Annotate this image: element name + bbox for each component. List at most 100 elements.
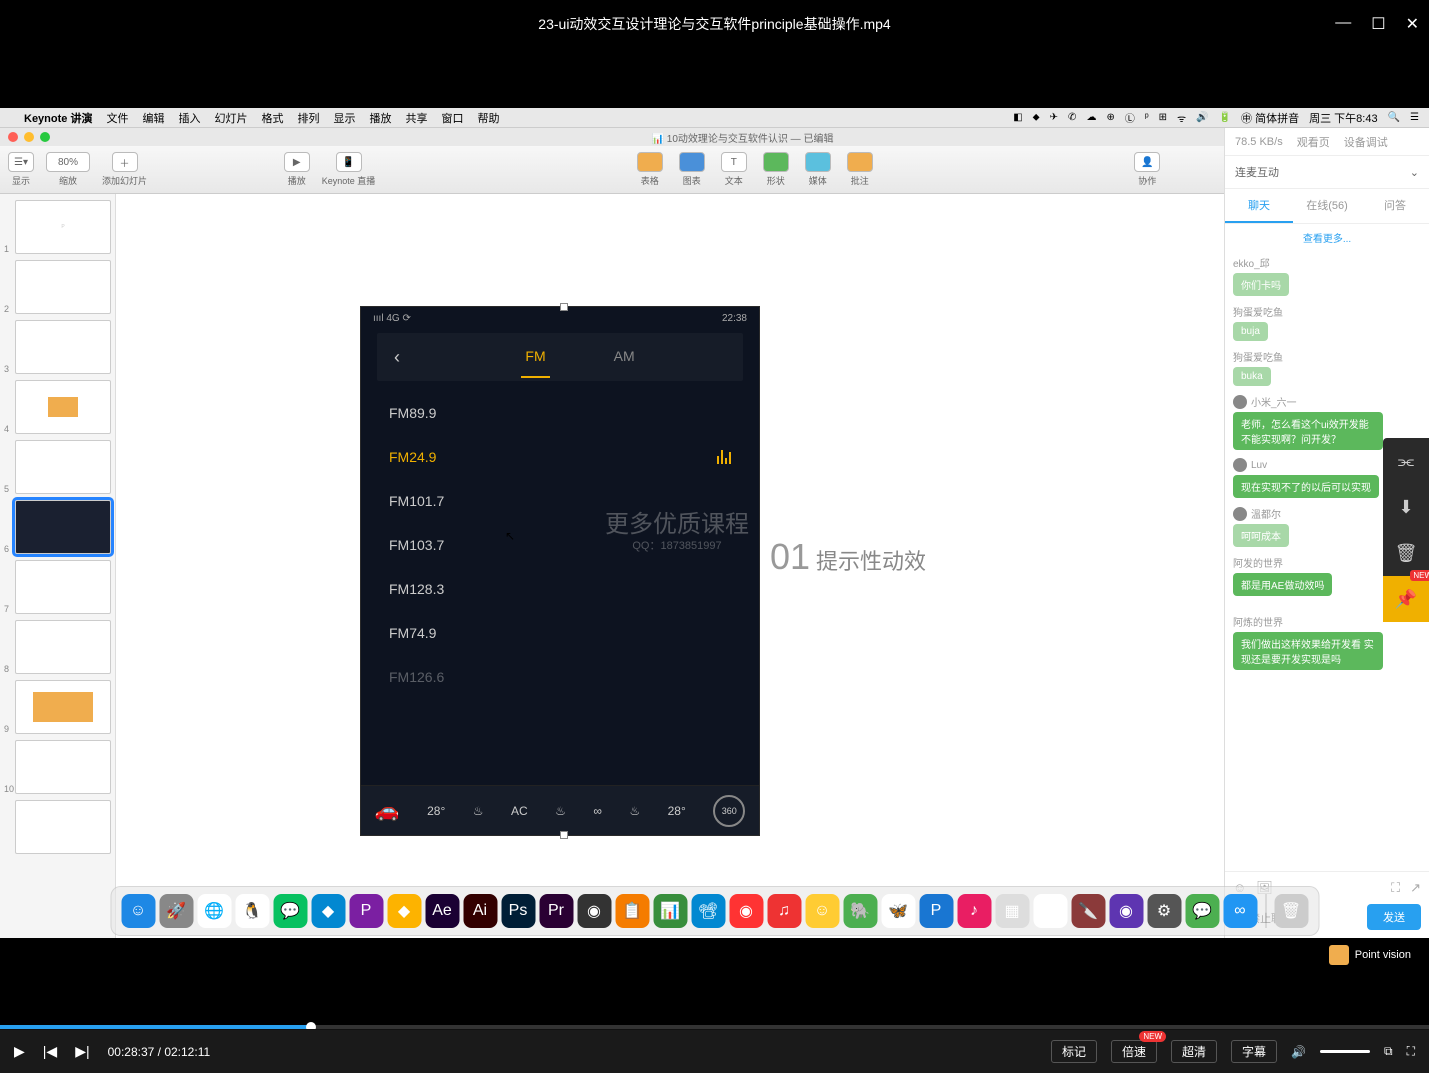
app-icon[interactable]: 📋 bbox=[615, 894, 649, 928]
volume-icon[interactable]: 🔊 bbox=[1196, 112, 1208, 123]
status-icon[interactable]: Ⓛ bbox=[1125, 110, 1135, 125]
menu-file[interactable]: 文件 bbox=[106, 110, 128, 126]
load-more-link[interactable]: 查看更多... bbox=[1225, 224, 1429, 251]
app-icon[interactable]: 💬 bbox=[1185, 894, 1219, 928]
launchpad-icon[interactable]: 🚀 bbox=[159, 894, 193, 928]
menu-window[interactable]: 窗口 bbox=[441, 110, 463, 126]
menu-arrange[interactable]: 排列 bbox=[297, 110, 319, 126]
menu-slide[interactable]: 幻灯片 bbox=[214, 110, 247, 126]
search-icon[interactable]: 🔍 bbox=[1388, 112, 1400, 123]
slide-thumb[interactable] bbox=[15, 260, 111, 314]
tb-view[interactable]: ☰▾显示 bbox=[8, 152, 34, 187]
link-viewpage[interactable]: 观看页 bbox=[1297, 134, 1330, 150]
360-button[interactable]: 360 bbox=[713, 795, 745, 827]
slide-thumb[interactable] bbox=[15, 440, 111, 494]
chrome-icon[interactable]: 🌐 bbox=[197, 894, 231, 928]
list-item[interactable]: FM128.3 bbox=[361, 567, 759, 611]
finder-icon[interactable]: ☺ bbox=[121, 894, 155, 928]
keynote-icon[interactable]: 📽 bbox=[691, 894, 725, 928]
tb-shape[interactable]: 形状 bbox=[763, 152, 789, 187]
tab-online[interactable]: 在线(56) bbox=[1293, 189, 1361, 223]
app-icon[interactable]: ✎ bbox=[1033, 894, 1067, 928]
fullscreen-icon[interactable]: ⛶ bbox=[1407, 1044, 1415, 1059]
pr-icon[interactable]: Pr bbox=[539, 894, 573, 928]
slide-thumb[interactable] bbox=[15, 620, 111, 674]
dock-temp[interactable]: 28° bbox=[427, 804, 445, 818]
tb-chart[interactable]: 图表 bbox=[679, 152, 705, 187]
pip-icon[interactable]: ⧉ bbox=[1384, 1044, 1393, 1059]
expand-icon[interactable]: ⛶ bbox=[1391, 880, 1400, 896]
send-button[interactable]: 发送 bbox=[1367, 904, 1421, 930]
status-icon[interactable]: ✆ bbox=[1068, 112, 1076, 123]
notification-icon[interactable]: ☰ bbox=[1410, 112, 1419, 123]
slide-thumb[interactable] bbox=[15, 560, 111, 614]
ime-indicator[interactable]: ㊥ 简体拼音 bbox=[1241, 110, 1299, 126]
dock-temp[interactable]: 28° bbox=[668, 804, 686, 818]
popout-icon[interactable]: ↗ bbox=[1410, 880, 1421, 896]
app-icon[interactable]: ◉ bbox=[577, 894, 611, 928]
traffic-max-icon[interactable] bbox=[40, 132, 50, 142]
slide-navigator[interactable]: 1P 2 3 4 5 6 7 8 9 10 bbox=[0, 194, 116, 938]
download-icon[interactable]: ⬇ bbox=[1383, 484, 1429, 530]
tb-media[interactable]: 媒体 bbox=[805, 152, 831, 187]
status-icon[interactable]: ✈ bbox=[1050, 112, 1058, 123]
slide-canvas[interactable]: ıııl 4G ⟳ 22:38 ‹ FM AM FM89.9 FM24.9 FM… bbox=[116, 194, 1224, 938]
status-icon[interactable]: ◧ bbox=[1013, 112, 1022, 123]
section-mic[interactable]: 连麦互动⌄ bbox=[1225, 156, 1429, 189]
subtitle-button[interactable]: 字幕 bbox=[1231, 1040, 1277, 1063]
trash-icon[interactable]: 🗑 bbox=[1274, 894, 1308, 928]
pin-icon[interactable]: 📌NEW bbox=[1383, 576, 1429, 622]
speed-button[interactable]: 倍速 bbox=[1111, 1040, 1157, 1063]
tb-play[interactable]: ▶播放 bbox=[284, 152, 310, 187]
tb-zoom[interactable]: 80%缩放 bbox=[46, 152, 90, 187]
list-item[interactable]: FM24.9 bbox=[361, 435, 759, 479]
netease-icon[interactable]: ♫ bbox=[767, 894, 801, 928]
link-debug[interactable]: 设备调试 bbox=[1344, 134, 1388, 150]
back-icon[interactable]: ‹ bbox=[377, 347, 417, 368]
airflow-icon[interactable]: ♨ bbox=[555, 804, 566, 818]
tab-chat[interactable]: 聊天 bbox=[1225, 189, 1293, 223]
seat-icon[interactable]: ♨ bbox=[629, 804, 640, 818]
app-icon[interactable]: ☺ bbox=[805, 894, 839, 928]
battery-icon[interactable]: 🔋 bbox=[1219, 112, 1231, 123]
status-icon[interactable]: ☁ bbox=[1086, 112, 1096, 123]
tab-fm[interactable]: FM bbox=[521, 336, 549, 378]
seat-icon[interactable]: ♨ bbox=[473, 804, 484, 818]
slide-thumb[interactable]: P bbox=[15, 200, 111, 254]
list-item[interactable]: FM74.9 bbox=[361, 611, 759, 655]
status-icon[interactable]: ⊕ bbox=[1106, 112, 1114, 123]
list-item[interactable]: FM126.6 bbox=[361, 655, 759, 699]
car-icon[interactable]: 🚗 bbox=[375, 798, 400, 823]
app-icon[interactable]: ▦ bbox=[995, 894, 1029, 928]
wifi-icon[interactable]: ᯤ bbox=[1177, 111, 1186, 125]
app-menu[interactable]: Keynote 讲演 bbox=[24, 110, 92, 126]
close-button[interactable]: ✕ bbox=[1406, 14, 1419, 34]
menu-insert[interactable]: 插入 bbox=[178, 110, 200, 126]
slide-thumb[interactable] bbox=[15, 740, 111, 794]
minimize-button[interactable]: — bbox=[1335, 14, 1351, 34]
volume-slider[interactable] bbox=[1320, 1050, 1370, 1053]
slide-thumb[interactable] bbox=[15, 800, 111, 854]
list-item[interactable]: FM89.9 bbox=[361, 391, 759, 435]
dingtalk-icon[interactable]: ◆ bbox=[311, 894, 345, 928]
share-icon[interactable]: ⫘ bbox=[1383, 438, 1429, 484]
settings-icon[interactable]: ⚙ bbox=[1147, 894, 1181, 928]
ac-button[interactable]: AC bbox=[511, 804, 528, 818]
app-icon[interactable]: ◉ bbox=[729, 894, 763, 928]
status-icon[interactable]: ⊞ bbox=[1159, 112, 1167, 123]
app-icon[interactable]: P bbox=[919, 894, 953, 928]
next-button[interactable]: ▶| bbox=[75, 1043, 89, 1060]
app-icon[interactable]: ◉ bbox=[1109, 894, 1143, 928]
status-icon[interactable]: ⬥ bbox=[1033, 112, 1040, 123]
menu-play[interactable]: 播放 bbox=[369, 110, 391, 126]
link-icon[interactable]: ∞ bbox=[593, 804, 602, 818]
music-icon[interactable]: ♪ bbox=[957, 894, 991, 928]
mark-button[interactable]: 标记 bbox=[1051, 1040, 1097, 1063]
menu-help[interactable]: 帮助 bbox=[477, 110, 499, 126]
slide-thumb[interactable] bbox=[15, 380, 111, 434]
status-icon[interactable]: ᵖ bbox=[1145, 112, 1149, 123]
sketch-icon[interactable]: ◆ bbox=[387, 894, 421, 928]
numbers-icon[interactable]: 📊 bbox=[653, 894, 687, 928]
clock[interactable]: 周三 下午8:43 bbox=[1309, 110, 1377, 126]
list-item[interactable]: FM103.7 bbox=[361, 523, 759, 567]
